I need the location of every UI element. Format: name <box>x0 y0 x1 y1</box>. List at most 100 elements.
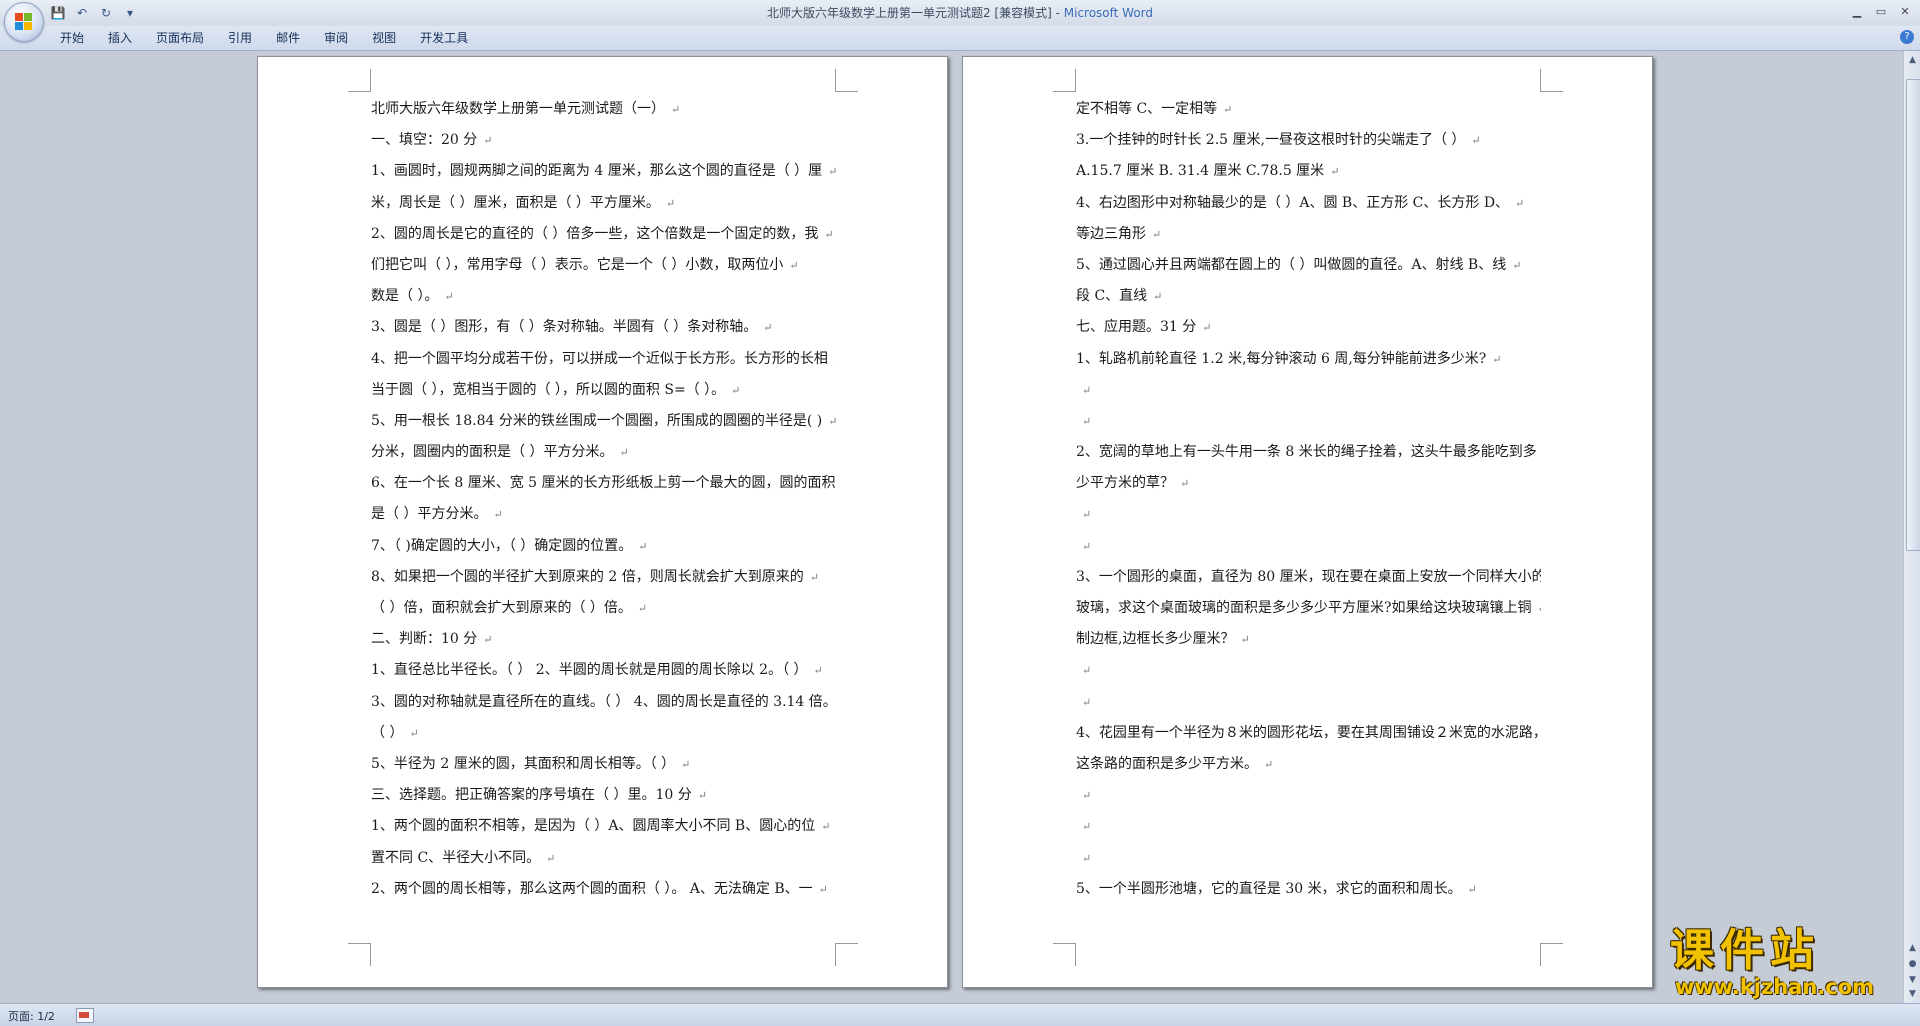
line-text: 分米，圆圈内的面积是（ ）平方分米。 <box>371 444 614 461</box>
paragraph-mark-icon: ↵ <box>1152 227 1162 241</box>
text-line[interactable]: （ ） ↵ <box>371 718 836 749</box>
tab-review[interactable]: 审阅 <box>312 28 360 48</box>
text-line[interactable]: 8、如果把一个圆的半径扩大到原来的 2 倍，则周长就会扩大到原来的 ↵ <box>371 562 836 593</box>
text-line[interactable]: 3、圆的对称轴就是直径所在的直线。（ ） 4、圆的周长是直径的 3.14 倍。↵ <box>371 687 836 718</box>
text-line[interactable]: 等边三角形 ↵ <box>1076 219 1541 250</box>
tab-references[interactable]: 引用 <box>216 28 264 48</box>
paragraph-mark-icon: ↵ <box>1153 290 1163 304</box>
text-line[interactable]: 段 C、直线 ↵ <box>1076 281 1541 312</box>
text-line[interactable]: 们把它叫（ ），常用字母（ ）表示。它是一个（ ）小数，取两位小 ↵ <box>371 250 836 281</box>
page-1[interactable]: 北师大版六年级数学上册第一单元测试题（一） ↵ 一、填空：20 分 ↵ 1、画圆时，圆规… <box>257 56 948 988</box>
text-line[interactable]: 5、通过圆心并且两端都在圆上的（ ）叫做圆的直径。A、射线 B、线 ↵ <box>1076 250 1541 281</box>
line-text: （ ）倍，面积就会扩大到原来的（ ）倍。 <box>371 600 632 616</box>
text-line[interactable]: ↵ <box>1076 843 1541 874</box>
tab-mailings[interactable]: 邮件 <box>264 28 312 48</box>
paragraph-mark-icon: ↵ <box>1082 695 1092 709</box>
help-icon[interactable]: ? <box>1900 30 1914 44</box>
paragraph-mark-icon: ↵ <box>809 570 819 584</box>
text-line[interactable]: A.15.7 厘米 B. 31.4 厘米 C.78.5 厘米 ↵ <box>1076 156 1541 187</box>
text-line[interactable]: 数是（ ）。 ↵ <box>371 281 836 312</box>
line-text: 5、半径为 2 厘米的圆，其面积和周长相等。（ ） <box>371 755 676 772</box>
line-text: 置不同 C、半径大小不同。 <box>371 849 541 866</box>
line-text: 段 C、直线 <box>1076 288 1148 305</box>
text-line[interactable]: ↵ <box>1076 499 1541 530</box>
line-text: 1、轧路机前轮直径 1.2 米,每分钟滚动 6 周,每分钟能前进多少米? <box>1076 350 1487 367</box>
text-line[interactable]: ↵ <box>1076 655 1541 686</box>
text-line[interactable]: ↵ <box>1076 811 1541 842</box>
vertical-scrollbar[interactable]: ▲ ▲ ● ▼ ▼ <box>1903 51 1920 1003</box>
text-line[interactable]: （ ）倍，面积就会扩大到原来的（ ）倍。 ↵ <box>371 593 836 624</box>
scrollbar-thumb[interactable] <box>1906 79 1920 551</box>
tab-home[interactable]: 开始 <box>48 28 96 48</box>
text-line[interactable]: 4、把一个圆平均分成若干份，可以拼成一个近似于长方形。长方形的长相 ↵ <box>371 344 836 375</box>
paragraph-mark-icon: ↵ <box>1538 602 1541 615</box>
text-line[interactable]: 2、宽阔的草地上有一头牛用一条 8 米长的绳子拴着，这头牛最多能吃到多↵ <box>1076 437 1541 468</box>
text-line[interactable]: 七、应用题。31 分 ↵ <box>1076 312 1541 343</box>
page-2-text[interactable]: 定不相等 C、一定相等 ↵ 3.一个挂钟的时针长 2.5 厘米,一昼夜这根时针的尖端… <box>1076 94 1541 905</box>
text-line[interactable]: 5、用一根长 18.84 分米的铁丝围成一个圆圈，所围成的圆圈的半径是( ) ↵ <box>371 406 836 437</box>
text-line[interactable]: 北师大版六年级数学上册第一单元测试题（一） ↵ <box>371 94 836 125</box>
text-line[interactable]: 这条路的面积是多少平方米。 ↵ <box>1076 749 1541 780</box>
track-changes-icon[interactable] <box>76 1008 94 1023</box>
paragraph-mark-icon: ↵ <box>638 539 648 553</box>
text-line[interactable]: 1、直径总比半径长。（ ） 2、半圆的周长就是用圆的周长除以 2。（ ） ↵ <box>371 655 836 686</box>
window-title: 北师大版六年级数学上册第一单元测试题2 [兼容模式] - Microsoft W… <box>0 4 1920 21</box>
page-indicator[interactable]: 页面: 1/2 <box>8 1008 55 1024</box>
text-line[interactable]: 7、（ )确定圆的大小，（ ）确定圆的位置。 ↵ <box>371 531 836 562</box>
paragraph-mark-icon: ↵ <box>1330 165 1340 179</box>
page-2[interactable]: 定不相等 C、一定相等 ↵ 3.一个挂钟的时针长 2.5 厘米,一昼夜这根时针的尖端… <box>962 56 1653 988</box>
text-line[interactable]: 4、花园里有一个半径为８米的圆形花坛，要在其周围铺设２米宽的水泥路，↵ <box>1076 718 1541 749</box>
paragraph-mark-icon: ↵ <box>763 321 773 335</box>
close-icon[interactable]: ✕ <box>1894 2 1916 20</box>
text-line[interactable]: 4、右边图形中对称轴最少的是（ ）A、圆 B、正方形 C、长方形 D、 ↵ <box>1076 188 1541 219</box>
text-line[interactable]: 分米，圆圈内的面积是（ ）平方分米。 ↵ <box>371 437 836 468</box>
office-button[interactable] <box>4 2 44 42</box>
text-line[interactable]: 置不同 C、半径大小不同。 ↵ <box>371 843 836 874</box>
paragraph-mark-icon: ↵ <box>546 851 556 865</box>
paragraph-mark-icon: ↵ <box>1082 539 1092 553</box>
text-line[interactable]: 制边框,边框长多少厘米？ ↵ <box>1076 624 1541 655</box>
text-line[interactable]: 3.一个挂钟的时针长 2.5 厘米,一昼夜这根时针的尖端走了（ ） ↵ <box>1076 125 1541 156</box>
paragraph-mark-icon: ↵ <box>619 446 629 460</box>
text-line[interactable]: 5、一个半圆形池塘，它的直径是 30 米，求它的面积和周长。 ↵ <box>1076 874 1541 905</box>
line-text: 玻璃，求这个桌面玻璃的面积是多少多少平方厘米?如果给这块玻璃镶上铜 <box>1076 600 1532 616</box>
text-line[interactable]: 1、轧路机前轮直径 1.2 米,每分钟滚动 6 周,每分钟能前进多少米? ↵ <box>1076 344 1541 375</box>
text-line[interactable]: 定不相等 C、一定相等 ↵ <box>1076 94 1541 125</box>
text-line[interactable]: 2、两个圆的周长相等，那么这两个圆的面积（ ）。 A、无法确定 B、一 ↵ <box>371 874 836 905</box>
text-line[interactable]: 三、选择题。把正确答案的序号填在（ ）里。10 分 ↵ <box>371 780 836 811</box>
line-text: 5、用一根长 18.84 分米的铁丝围成一个圆圈，所围成的圆圈的半径是( ) <box>371 412 823 429</box>
text-line[interactable]: 少平方米的草？ ↵ <box>1076 468 1541 499</box>
text-line[interactable]: 二、判断：10 分 ↵ <box>371 624 836 655</box>
paragraph-mark-icon: ↵ <box>409 726 419 740</box>
text-line[interactable]: 3、圆是（ ）图形，有（ ）条对称轴。半圆有（ ）条对称轴。 ↵ <box>371 312 836 343</box>
line-text: 3.一个挂钟的时针长 2.5 厘米,一昼夜这根时针的尖端走了（ ） <box>1076 132 1466 149</box>
text-line[interactable]: 2、圆的周长是它的直径的（ ）倍多一些，这个倍数是一个固定的数，我 ↵ <box>371 219 836 250</box>
text-line[interactable]: 当于圆（ ），宽相当于圆的（ ），所以圆的面积 S=（ ）。 ↵ <box>371 375 836 406</box>
text-line[interactable]: ↵ <box>1076 687 1541 718</box>
text-line[interactable]: 是（ ）平方分米。 ↵ <box>371 499 836 530</box>
text-line[interactable]: 5、半径为 2 厘米的圆，其面积和周长相等。（ ） ↵ <box>371 749 836 780</box>
minimize-icon[interactable]: ▁ <box>1846 2 1868 20</box>
text-line[interactable]: ↵ <box>1076 780 1541 811</box>
paragraph-mark-icon: ↵ <box>828 165 836 179</box>
page-1-text[interactable]: 北师大版六年级数学上册第一单元测试题（一） ↵ 一、填空：20 分 ↵ 1、画圆时，圆规… <box>371 94 836 905</box>
text-line[interactable]: 1、两个圆的面积不相等，是因为（ ）A、圆周率大小不同 B、圆心的位 ↵ <box>371 811 836 842</box>
tab-insert[interactable]: 插入 <box>96 28 144 48</box>
text-line[interactable]: 6、在一个长 8 厘米、宽 5 厘米的长方形纸板上剪一个最大的圆，圆的面积↵ <box>371 468 836 499</box>
text-line[interactable]: 3、一个圆形的桌面，直径为 80 厘米，现在要在桌面上安放一个同样大小的↵ <box>1076 562 1541 593</box>
paragraph-mark-icon: ↵ <box>824 227 834 241</box>
paragraph-mark-icon: ↵ <box>681 757 691 771</box>
document-area[interactable]: 北师大版六年级数学上册第一单元测试题（一） ↵ 一、填空：20 分 ↵ 1、画圆时，圆规… <box>0 51 1903 1003</box>
tab-developer[interactable]: 开发工具 <box>408 28 480 48</box>
text-line[interactable]: ↵ <box>1076 406 1541 437</box>
text-line[interactable]: ↵ <box>1076 375 1541 406</box>
text-line[interactable]: 玻璃，求这个桌面玻璃的面积是多少多少平方厘米?如果给这块玻璃镶上铜 ↵ <box>1076 593 1541 624</box>
scroll-up-icon[interactable]: ▲ <box>1905 53 1920 68</box>
text-line[interactable]: 米，周长是（ ）厘米，面积是（ ）平方厘米。 ↵ <box>371 188 836 219</box>
tab-view[interactable]: 视图 <box>360 28 408 48</box>
text-line[interactable]: 一、填空：20 分 ↵ <box>371 125 836 156</box>
text-line[interactable]: ↵ <box>1076 531 1541 562</box>
tab-page-layout[interactable]: 页面布局 <box>144 28 216 48</box>
maximize-icon[interactable]: ▭ <box>1870 2 1892 20</box>
text-line[interactable]: 1、画圆时，圆规两脚之间的距离为 4 厘米，那么这个圆的直径是（ ）厘 ↵ <box>371 156 836 187</box>
